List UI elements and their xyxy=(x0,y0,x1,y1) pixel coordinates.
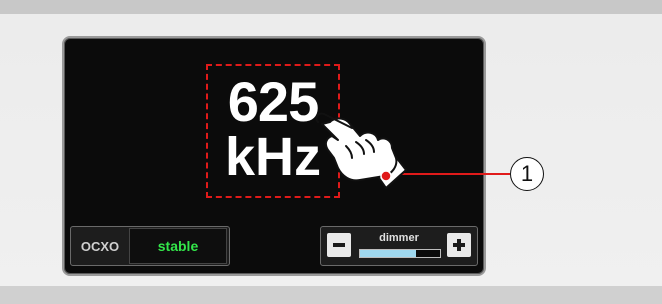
annotation-overlay xyxy=(315,112,510,189)
callout-anchor-dot xyxy=(380,170,392,182)
hand-pointer-icon xyxy=(315,112,407,189)
callout-marker: 1 xyxy=(510,157,544,191)
